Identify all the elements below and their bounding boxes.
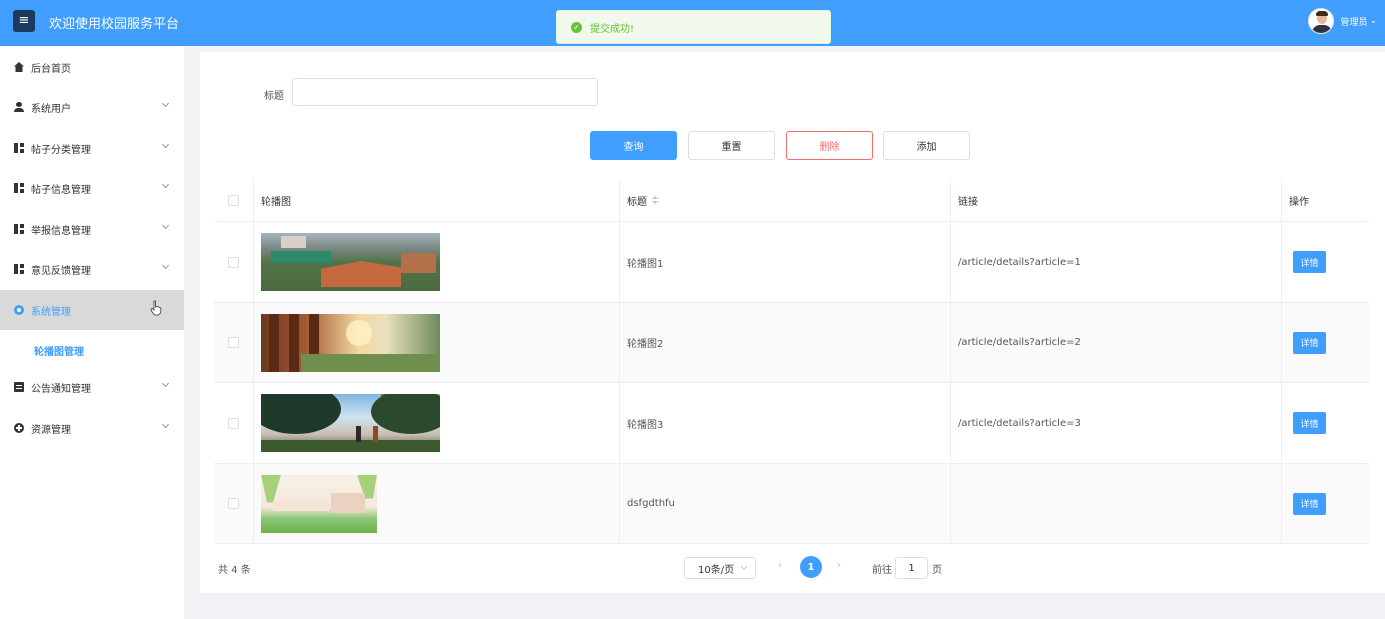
chevron-down-icon [161, 180, 170, 189]
sidebar-item-post-info[interactable]: 帖子信息管理 [0, 168, 184, 208]
row-title: 轮播图3 [620, 383, 951, 463]
row-checkbox[interactable] [228, 417, 239, 429]
sidebar-item-label: 帖子分类管理 [31, 144, 91, 156]
home-icon [14, 62, 24, 72]
hand-cursor-icon [150, 300, 162, 316]
row-checkbox[interactable] [228, 337, 239, 348]
app-title: 欢迎使用校园服务平台 [49, 17, 180, 32]
row-title: 轮播图2 [620, 303, 951, 382]
carousel-image [261, 474, 377, 533]
row-title: 轮播图1 [620, 222, 951, 302]
title-search-input[interactable] [292, 78, 598, 106]
table-row: 轮播图1 /article/details?article=1 详情 [214, 222, 1369, 303]
row-link: /article/details?article=3 [951, 383, 1282, 463]
sort-icon[interactable] [652, 196, 658, 204]
carousel-image [261, 313, 440, 372]
sidebar: 后台首页 系统用户 帖子分类管理 帖子信息管理 举报信息管理 意见反馈管理 系统… [0, 46, 184, 619]
title-filter-label: 标题 [264, 91, 284, 102]
grid-icon [14, 143, 24, 153]
detail-button[interactable]: 详情 [1293, 492, 1326, 515]
row-link: /article/details?article=1 [951, 222, 1282, 302]
delete-button[interactable]: 删除 [786, 131, 873, 160]
detail-button[interactable]: 详情 [1293, 251, 1326, 273]
success-toast: ✓ 提交成功! [556, 10, 831, 44]
total-count: 共 4 条 [218, 565, 251, 576]
grid-icon [14, 183, 24, 193]
row-link: /article/details?article=2 [951, 303, 1282, 382]
header-link: 链接 [951, 179, 1282, 221]
prev-page-button[interactable]: ‹ [778, 560, 782, 571]
sidebar-item-report-info[interactable]: 举报信息管理 [0, 209, 184, 249]
chevron-down-icon [161, 379, 170, 388]
chevron-down-icon[interactable]: ⌄ [1369, 16, 1377, 26]
header-title-text: 标题 [627, 196, 647, 208]
toast-message: 提交成功! [590, 23, 635, 35]
carousel-image [261, 233, 440, 291]
table-row: 轮播图3 /article/details?article=3 详情 [214, 383, 1369, 464]
table-header-row: 轮播图 标题 链接 操作 [214, 179, 1369, 222]
submenu-item-carousel[interactable]: 轮播图管理 [34, 343, 84, 358]
user-icon [14, 102, 24, 112]
chevron-down-icon [161, 140, 170, 149]
select-all-checkbox[interactable] [228, 194, 239, 206]
row-title: dsfgdthfu [620, 464, 951, 543]
sidebar-item-feedback[interactable]: 意见反馈管理 [0, 249, 184, 289]
chevron-down-icon [161, 99, 170, 108]
goto-page-input[interactable]: 1 [895, 557, 928, 579]
chevron-down-icon [161, 420, 170, 429]
page-1-button[interactable]: 1 [800, 556, 822, 578]
avatar[interactable] [1308, 8, 1335, 34]
sidebar-item-label: 公告通知管理 [31, 383, 91, 395]
carousel-image [261, 394, 440, 452]
sidebar-item-label: 系统管理 [31, 306, 71, 318]
chevron-down-icon [741, 564, 747, 570]
detail-button[interactable]: 详情 [1293, 412, 1326, 434]
table-row: dsfgdthfu 详情 [214, 464, 1369, 544]
page-size-select[interactable]: 10条/页 [684, 557, 756, 579]
sidebar-item-label: 举报信息管理 [31, 225, 91, 237]
table-row: 轮播图2 /article/details?article=2 详情 [214, 303, 1369, 383]
page-size-value: 10条/页 [698, 564, 735, 576]
reset-button[interactable]: 重置 [688, 131, 775, 160]
gear-icon [14, 305, 24, 315]
sidebar-item-label: 资源管理 [31, 424, 71, 436]
chevron-down-icon [161, 221, 170, 230]
chevron-down-icon [161, 261, 170, 270]
grid-icon [14, 224, 24, 234]
sidebar-item-label: 系统用户 [31, 103, 71, 115]
header-image: 轮播图 [254, 179, 620, 221]
sidebar-item-label: 后台首页 [31, 63, 71, 75]
header-title[interactable]: 标题 [620, 179, 951, 221]
row-checkbox[interactable] [228, 498, 239, 509]
plus-circle-icon [14, 423, 24, 433]
page-suffix-label: 页 [932, 565, 942, 576]
detail-button[interactable]: 详情 [1293, 331, 1326, 354]
goto-label: 前往 [872, 565, 892, 576]
sidebar-item-label: 意见反馈管理 [31, 265, 91, 277]
user-menu[interactable]: 管理员 ⌄ [1308, 8, 1377, 34]
grid-icon [14, 264, 24, 274]
row-link [951, 464, 1282, 543]
menu-toggle-button[interactable]: ≡ [13, 10, 35, 32]
sidebar-item-post-category[interactable]: 帖子分类管理 [0, 128, 184, 168]
sidebar-item-system-users[interactable]: 系统用户 [0, 87, 184, 127]
sidebar-item-resources[interactable]: 资源管理 [0, 408, 184, 448]
add-button[interactable]: 添加 [883, 131, 970, 160]
next-page-button[interactable]: › [837, 560, 841, 571]
sidebar-item-home[interactable]: 后台首页 [0, 47, 184, 87]
sidebar-item-label: 帖子信息管理 [31, 184, 91, 196]
sidebar-item-announcements[interactable]: 公告通知管理 [0, 367, 184, 407]
query-button[interactable]: 查询 [590, 131, 677, 160]
check-circle-icon: ✓ [571, 21, 582, 33]
row-checkbox[interactable] [228, 256, 239, 268]
user-name[interactable]: 管理员 [1340, 15, 1367, 28]
header-ops: 操作 [1289, 196, 1309, 208]
document-icon [14, 382, 24, 392]
